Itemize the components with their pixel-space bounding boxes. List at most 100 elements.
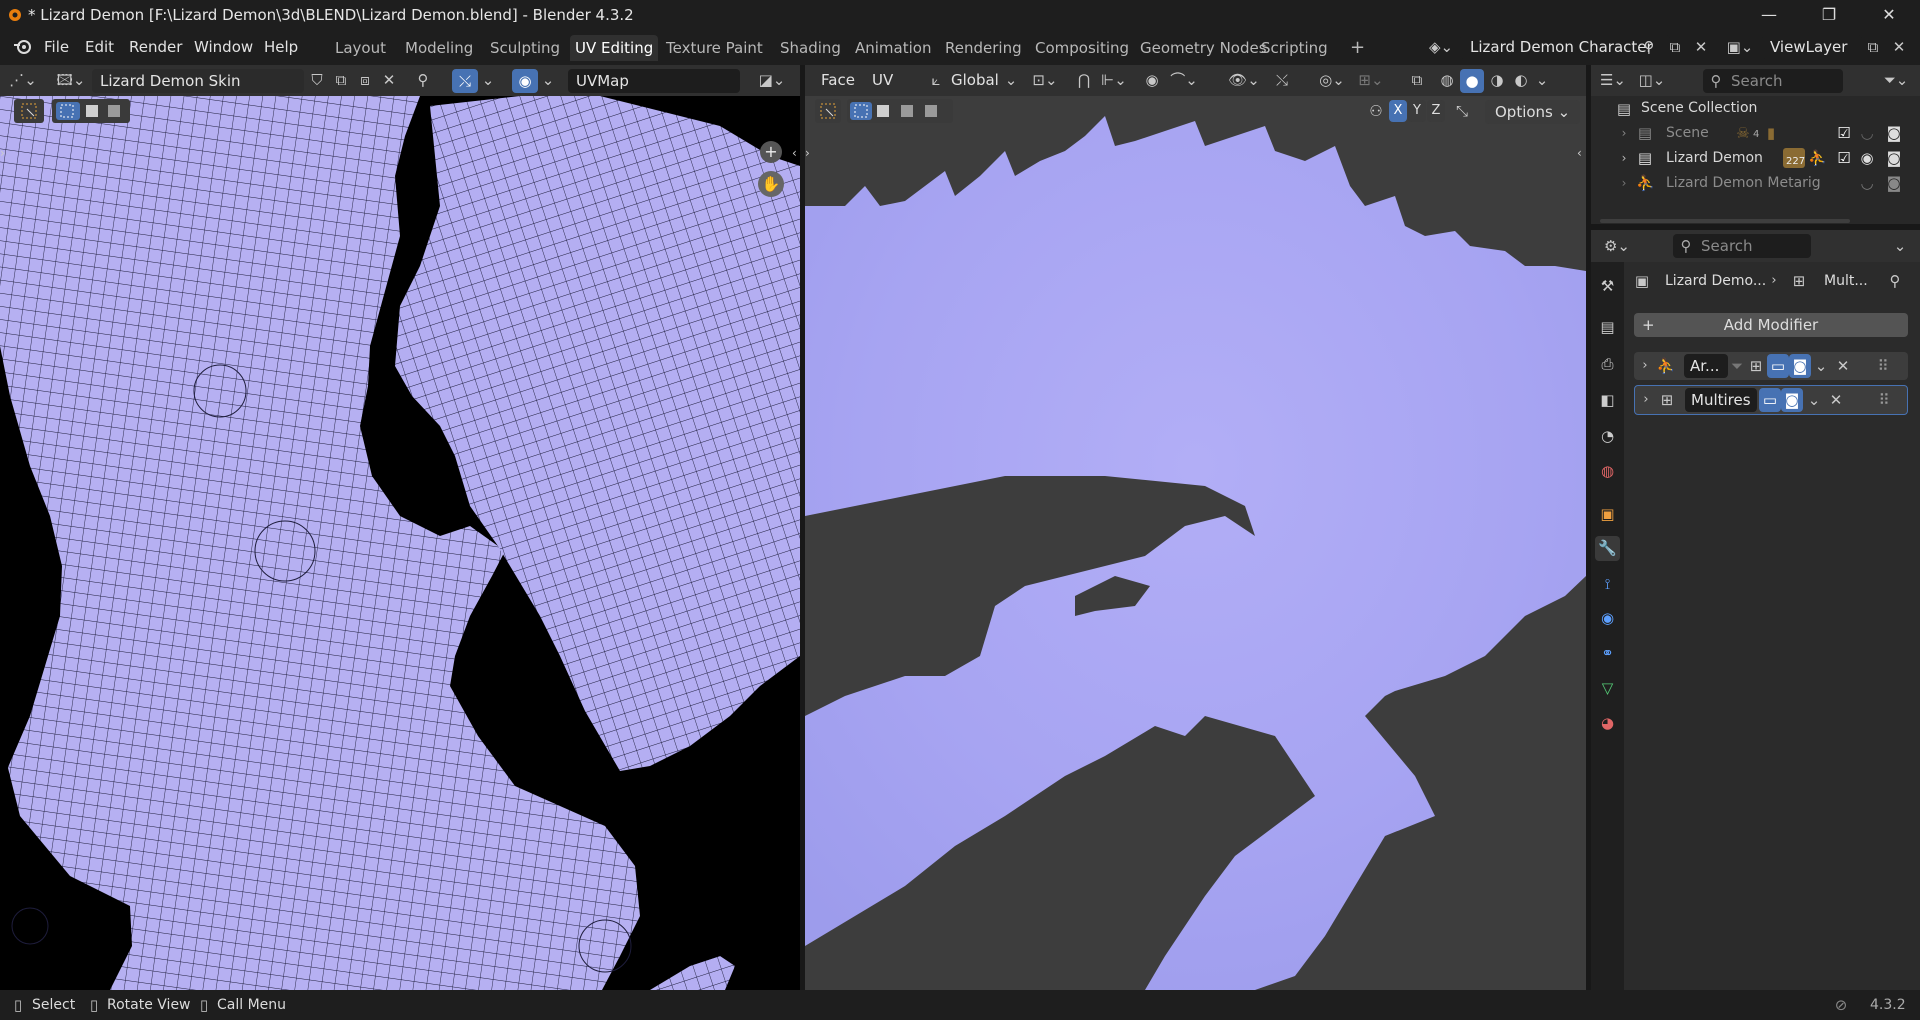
particles-tab-icon[interactable]: ⟟ xyxy=(1595,572,1620,597)
rendered-shading-icon[interactable]: ◐ xyxy=(1509,68,1533,92)
new-view-layer-icon[interactable]: ⧉ xyxy=(1862,35,1884,59)
mirror-x-toggle[interactable]: X xyxy=(1389,100,1407,122)
3d-viewport[interactable]: ⚇ X Y Z ⤡ Options ⌄ › ‹ xyxy=(805,96,1586,990)
viewport-toolbar-arrow-icon[interactable]: › xyxy=(805,146,813,166)
blender-menu-icon[interactable] xyxy=(12,37,34,57)
outliner-display-mode-icon[interactable]: ◫⌄ xyxy=(1635,68,1669,92)
uv-display-options-icon[interactable]: ◪⌄ xyxy=(752,68,792,92)
output-tab-icon[interactable]: ⎙ xyxy=(1595,352,1620,377)
menu-help[interactable]: Help xyxy=(258,35,304,59)
menu-window[interactable]: Window xyxy=(188,35,259,59)
outliner-item-metarig[interactable]: Lizard Demon Metarig xyxy=(1666,171,1821,195)
expand-multires-chevron-icon[interactable]: › xyxy=(1637,388,1655,412)
view-layer-field[interactable]: ViewLayer xyxy=(1762,35,1862,59)
uv-sync-dropdown-icon[interactable]: ⌄ xyxy=(480,68,496,92)
tab-texture-paint[interactable]: Texture Paint xyxy=(661,35,768,61)
tab-sculpting[interactable]: Sculpting xyxy=(485,35,565,61)
tab-layout[interactable]: Layout xyxy=(330,35,391,61)
armature-modifier-name-field[interactable]: Ar... xyxy=(1684,354,1728,378)
physics-tab-icon[interactable]: ◉ xyxy=(1595,606,1620,631)
close-window-button[interactable]: ✕ xyxy=(1860,0,1918,29)
menu-face[interactable]: Face xyxy=(821,65,855,96)
metarig-visibility-eye-icon[interactable]: ◡ xyxy=(1858,171,1876,195)
sidebar-expand-arrow-icon[interactable]: ‹ xyxy=(792,146,800,166)
uv-map-field[interactable]: UVMap xyxy=(568,69,740,93)
multires-render-camera-icon[interactable]: ◙ xyxy=(1781,388,1803,412)
viewport-tool-settings-button[interactable] xyxy=(815,99,841,123)
object-tab-icon[interactable]: ▣ xyxy=(1595,502,1620,527)
tab-compositing[interactable]: Compositing xyxy=(1030,35,1134,61)
expand-lizard-chevron-icon[interactable]: › xyxy=(1617,146,1631,170)
tab-modeling[interactable]: Modeling xyxy=(400,35,478,61)
outliner-filter-icon[interactable]: ⏷⌄ xyxy=(1877,68,1915,92)
image-name-field[interactable]: Lizard Demon Skin Normal.jpg xyxy=(92,69,304,114)
zoom-gizmo-icon[interactable]: + xyxy=(760,141,782,163)
multires-viewport-display-icon[interactable]: ▭ xyxy=(1759,388,1781,412)
unlink-image-icon[interactable]: ✕ xyxy=(378,68,400,92)
modifier-armature-panel[interactable]: › ⛹ Ar... ⏷ ⊞ ▭ ◙ ⌄ ✕ ⠿ xyxy=(1634,352,1908,380)
armature-viewport-display-icon[interactable]: ▭ xyxy=(1767,354,1789,378)
outliner-item-scene[interactable]: Scene xyxy=(1666,121,1709,145)
menu-uv[interactable]: UV xyxy=(872,65,893,96)
properties-pin-icon[interactable]: ⚲ xyxy=(1886,269,1904,293)
constraints-tab-icon[interactable]: ⚭ xyxy=(1595,641,1620,666)
pan-hand-icon[interactable]: ✋ xyxy=(758,171,784,197)
mesh-edit-overlays-icon[interactable]: ⊞⌄ xyxy=(1353,68,1389,92)
lizard-visibility-eye-icon[interactable]: ◉ xyxy=(1858,146,1876,170)
tab-rendering[interactable]: Rendering xyxy=(940,35,1027,61)
maximize-button[interactable]: ❐ xyxy=(1800,0,1858,29)
pin-image-icon[interactable]: ⚲ xyxy=(412,68,434,92)
new-image-icon[interactable]: ⧉ xyxy=(330,68,352,92)
properties-editor-type-icon[interactable]: ⚙⌄ xyxy=(1601,234,1633,258)
lizard-render-camera-icon[interactable]: ◙ xyxy=(1885,146,1903,170)
overlays-icon[interactable]: ◎⌄ xyxy=(1313,68,1351,92)
modifier-multires-panel[interactable]: › ⊞ Multires ▭ ◙ ⌄ ✕ ⠿ xyxy=(1634,385,1908,415)
transform-orientation-dropdown[interactable]: Global xyxy=(951,65,999,96)
fake-user-shield-icon[interactable]: ⛉ xyxy=(306,68,328,92)
viewport-select-mode-group[interactable] xyxy=(847,99,953,123)
material-preview-icon[interactable]: ◑ xyxy=(1485,68,1509,92)
snap-magnet-icon[interactable]: ⋂ xyxy=(1071,68,1097,92)
material-tab-icon[interactable]: ◕ xyxy=(1595,711,1620,736)
menu-edit[interactable]: Edit xyxy=(79,35,120,59)
modifier-tab-icon[interactable]: 🔧 xyxy=(1595,536,1620,561)
proportional-falloff-icon[interactable]: ⌒⌄ xyxy=(1167,68,1201,92)
metarig-render-camera-icon[interactable]: ◙ xyxy=(1885,171,1903,195)
open-image-icon[interactable]: ⧈ xyxy=(354,68,376,92)
scene-tab-icon[interactable]: ◔ xyxy=(1595,424,1620,449)
outliner-scrollbar[interactable] xyxy=(1600,219,1850,223)
scene-include-checkbox[interactable]: ☑ xyxy=(1835,121,1853,145)
render-tab-icon[interactable]: ▤ xyxy=(1595,315,1620,340)
minimize-button[interactable]: — xyxy=(1740,0,1798,29)
delete-view-layer-icon[interactable]: ✕ xyxy=(1888,35,1910,59)
uv-sync-selection-icon[interactable]: ⤯ xyxy=(452,69,478,93)
image-browse-icon[interactable]: 🖾⌄ xyxy=(52,68,90,92)
uv-sticky-dropdown-icon[interactable]: ⌄ xyxy=(540,68,556,92)
armature-render-camera-icon[interactable]: ◙ xyxy=(1789,354,1811,378)
properties-options-chevron-icon[interactable]: ⌄ xyxy=(1891,234,1909,258)
tab-geometry-nodes[interactable]: Geometry Nodes xyxy=(1135,35,1272,61)
outliner-editor-type-icon[interactable]: ☰⌄ xyxy=(1597,68,1629,92)
menu-render[interactable]: Render xyxy=(123,35,188,59)
mirror-z-toggle[interactable]: Z xyxy=(1427,100,1445,122)
tab-scripting[interactable]: Scripting xyxy=(1256,35,1333,61)
lizard-include-checkbox[interactable]: ☑ xyxy=(1835,146,1853,170)
shading-options-chevron-icon[interactable]: ⌄ xyxy=(1533,68,1551,92)
visibility-eye-icon[interactable]: 👁⌄ xyxy=(1225,68,1263,92)
viewport-sidebar-arrow-icon[interactable]: ‹ xyxy=(1577,146,1585,166)
pin-scene-icon[interactable]: ⚲ xyxy=(1638,35,1660,59)
editor-type-icon[interactable]: ⋰⌄ xyxy=(6,68,40,92)
data-tab-icon[interactable]: ▽ xyxy=(1595,676,1620,701)
wireframe-shading-icon[interactable]: ◍ xyxy=(1435,68,1459,92)
snap-target-icon[interactable]: ⊩⌄ xyxy=(1097,68,1131,92)
expand-scene-chevron-icon[interactable]: › xyxy=(1617,121,1631,145)
add-workspace-button[interactable]: + xyxy=(1345,35,1370,61)
view-layer-selector-icon[interactable]: ▣⌄ xyxy=(1722,35,1758,59)
auto-merge-icon[interactable]: ⤡ xyxy=(1451,99,1473,123)
xray-toggle-icon[interactable]: ⧉ xyxy=(1405,68,1429,92)
menu-file[interactable]: File xyxy=(38,35,75,59)
armature-dropdown-chevron-icon[interactable]: ⌄ xyxy=(1812,354,1830,378)
armature-drag-handle-icon[interactable]: ⠿ xyxy=(1872,354,1894,378)
add-modifier-button[interactable]: + Add Modifier xyxy=(1634,313,1908,337)
tab-uv-editing[interactable]: UV Editing xyxy=(570,35,659,61)
